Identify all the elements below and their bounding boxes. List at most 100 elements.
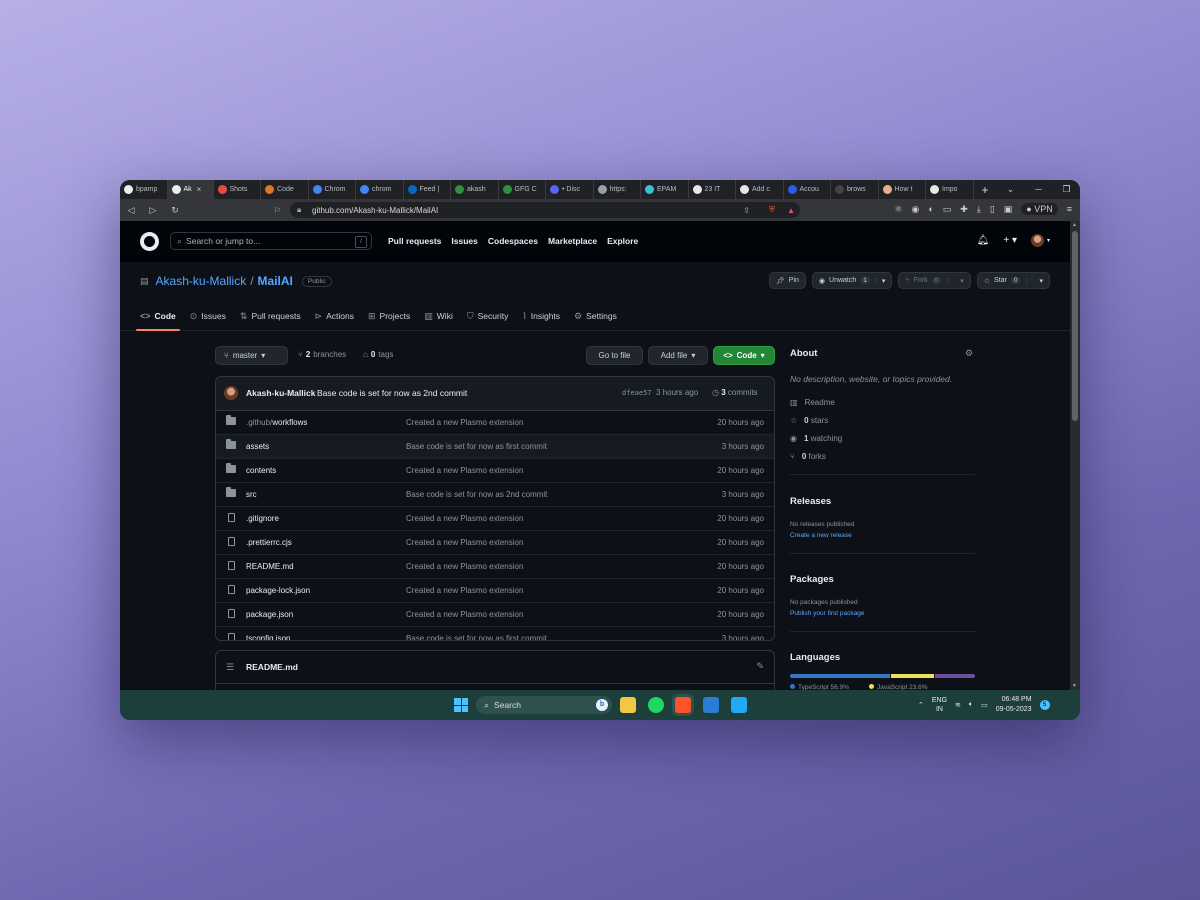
file-name[interactable]: .prettierrc.cjs	[246, 538, 292, 547]
packages-title[interactable]: Packages	[790, 574, 834, 585]
scroll-up-icon[interactable]: ▲	[1072, 222, 1077, 228]
fork-button[interactable]: ⑂ Fork 0 ▾	[898, 272, 971, 289]
tab-code[interactable]: <> Code	[136, 304, 180, 331]
publish-package-link[interactable]: Publish your first package	[790, 610, 864, 617]
browser-tab[interactable]: Add c	[736, 180, 784, 199]
close-tab-icon[interactable]: ×	[197, 185, 202, 194]
commit-message[interactable]: Base code is set for now as 2nd commit	[317, 388, 467, 398]
scroll-down-icon[interactable]: ▼	[1072, 683, 1077, 689]
file-commit-message[interactable]: Base code is set for now as first commit	[406, 442, 547, 451]
browser-tab[interactable]: chrom	[356, 180, 404, 199]
gear-icon[interactable]: ⚙	[965, 348, 973, 359]
create-new-button[interactable]: + ▾	[1003, 235, 1017, 246]
chevron-down-icon[interactable]: ▾	[947, 276, 964, 285]
tab-search-icon[interactable]: ⌄	[997, 184, 1025, 195]
file-commit-message[interactable]: Created a new Plasmo extension	[406, 538, 523, 547]
new-tab-button[interactable]: +	[974, 183, 997, 197]
browser-tab[interactable]: Accou	[784, 180, 831, 199]
back-icon[interactable]: ◁	[120, 205, 142, 216]
react-devtools-icon[interactable]: ⚛	[894, 204, 902, 215]
file-commit-message[interactable]: Created a new Plasmo extension	[406, 562, 523, 571]
file-row[interactable]: src Base code is set for now as 2nd commi…	[216, 483, 774, 507]
file-row[interactable]: assets Base code is set for now as first …	[216, 435, 774, 459]
file-commit-message[interactable]: Base code is set for now as 2nd commit	[406, 490, 547, 499]
download-icon[interactable]: ⤓	[977, 204, 981, 215]
tab-wiki[interactable]: ▥ Wiki	[424, 304, 453, 328]
file-row[interactable]: .gitignore Created a new Plasmo extension…	[216, 507, 774, 531]
browser-tab[interactable]: Chrom	[309, 180, 356, 199]
file-row[interactable]: README.md Created a new Plasmo extension 2…	[216, 555, 774, 579]
file-commit-message[interactable]: Base code is set for now as first commit	[406, 634, 547, 640]
avatar[interactable]	[224, 386, 238, 400]
file-commit-message[interactable]: Created a new Plasmo extension	[406, 466, 523, 475]
create-release-link[interactable]: Create a new release	[790, 532, 852, 539]
stars-link[interactable]: ☆ 0 stars	[790, 416, 828, 425]
file-commit-message[interactable]: Created a new Plasmo extension	[406, 586, 523, 595]
branches-link[interactable]: ⑂ 2 branches	[298, 350, 346, 359]
minimize-button[interactable]: ─	[1025, 184, 1053, 195]
pencil-icon[interactable]: ✎	[756, 661, 764, 672]
list-icon[interactable]: ☰	[226, 662, 234, 673]
screen-extension-icon[interactable]: ▭	[943, 204, 952, 215]
vscode-icon[interactable]	[731, 697, 747, 713]
file-row[interactable]: package-lock.json Created a new Plasmo ex…	[216, 579, 774, 603]
tab-actions[interactable]: ⊳ Actions	[315, 304, 354, 328]
readme-title[interactable]: README.md	[246, 662, 298, 672]
bookmark-icon[interactable]: ⚐	[274, 206, 281, 215]
file-name[interactable]: .gitignore	[246, 514, 279, 523]
chevron-down-icon[interactable]: ▾	[875, 276, 885, 285]
browser-tab[interactable]: brows	[831, 180, 879, 199]
browser-tab[interactable]: How t	[879, 180, 926, 199]
menu-icon[interactable]: ≡	[1067, 204, 1072, 214]
nav-codespaces[interactable]: Codespaces	[488, 236, 538, 246]
mail-icon[interactable]	[703, 697, 719, 713]
puzzle-icon[interactable]: ✚	[960, 204, 968, 215]
nav-explore[interactable]: Explore	[607, 236, 638, 246]
forks-link[interactable]: ⑂ 0 forks	[790, 452, 826, 461]
browser-tab[interactable]: Code	[261, 180, 309, 199]
sidebar-icon[interactable]: ▯	[990, 204, 995, 215]
chevron-down-icon[interactable]: ▾	[1026, 276, 1043, 285]
file-name[interactable]: src	[246, 490, 257, 499]
tab-insights[interactable]: ⌇ Insights	[522, 304, 560, 328]
unwatch-button[interactable]: ◉ Unwatch 1 ▾	[811, 272, 893, 289]
tags-link[interactable]: ⌂ 0 tags	[363, 350, 393, 359]
browser-tab[interactable]: bpamp	[120, 180, 168, 199]
releases-title[interactable]: Releases	[790, 496, 831, 507]
browser-tab[interactable]: akash	[451, 180, 499, 199]
camera-icon[interactable]: ◉	[911, 204, 919, 215]
bing-icon[interactable]: b	[596, 699, 608, 711]
user-menu[interactable]: ▾	[1030, 234, 1050, 247]
file-row[interactable]: .prettierrc.cjs Created a new Plasmo exte…	[216, 531, 774, 555]
speaker-icon[interactable]: 🔈︎	[969, 701, 973, 709]
wifi-icon[interactable]: ≋	[955, 701, 961, 709]
file-name[interactable]: package-lock.json	[246, 586, 310, 595]
readme-link[interactable]: ▥ Readme	[790, 398, 835, 407]
file-commit-message[interactable]: Created a new Plasmo extension	[406, 610, 523, 619]
vpn-button[interactable]: ● VPN	[1021, 203, 1058, 215]
browser-tab[interactable]: GFG C	[499, 180, 546, 199]
browser-tab[interactable]: 23 IT	[689, 180, 736, 199]
file-name[interactable]: README.md	[246, 562, 294, 571]
browser-tab[interactable]: Ak ×	[167, 180, 214, 199]
brave-browser-icon[interactable]	[675, 697, 691, 713]
nav-issues[interactable]: Issues	[451, 236, 477, 246]
notification-badge[interactable]: 5	[1039, 700, 1050, 710]
star-button[interactable]: ☆ Star 0 ▾	[976, 272, 1050, 289]
maximize-button[interactable]: ❐	[1053, 184, 1080, 195]
bell-icon[interactable]: 🔔︎	[977, 235, 990, 246]
file-row[interactable]: .github/workflows Created a new Plasmo ex…	[216, 411, 774, 435]
page-scrollbar[interactable]: ▲ ▼	[1070, 221, 1080, 690]
commits-link[interactable]: ◷ 3 commits	[712, 388, 758, 397]
watching-link[interactable]: ◉ 1 watching	[790, 434, 842, 443]
go-to-file-button[interactable]: Go to file	[586, 346, 643, 365]
browser-tab[interactable]: EPAM	[641, 180, 689, 199]
browser-tab[interactable]: Impo	[926, 180, 974, 199]
url-field[interactable]: ⚐ 🔒︎ github.com/Akash-ku-Mallick/MailAI …	[274, 202, 800, 218]
file-name[interactable]: package.json	[246, 610, 293, 619]
file-name[interactable]: .github/workflows	[246, 418, 307, 427]
file-explorer-icon[interactable]	[620, 697, 636, 713]
brave-rewards-icon[interactable]: ▲	[787, 206, 795, 215]
clock[interactable]: 06:48 PM 09-05-2023	[996, 695, 1032, 715]
code-button[interactable]: <> Code ▾	[713, 346, 775, 365]
